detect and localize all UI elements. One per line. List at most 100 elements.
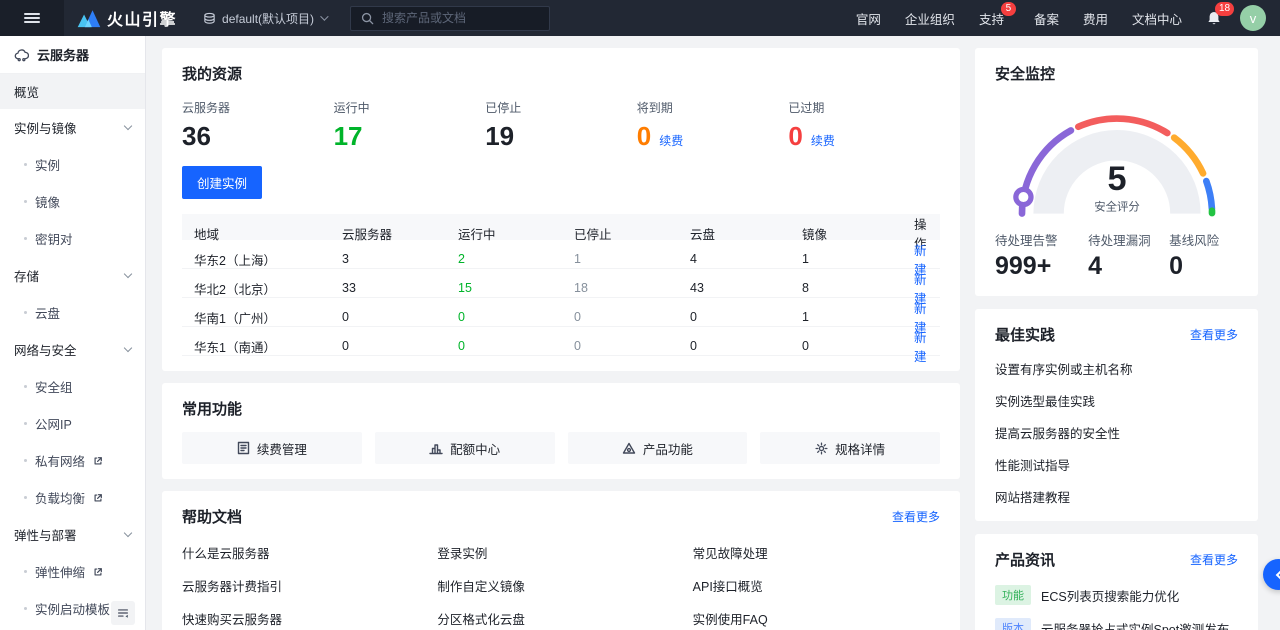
nav-link-billing[interactable]: 费用 [1083,9,1108,28]
help-link[interactable]: 制作自定义镜像 [437,576,684,595]
help-docs-title: 帮助文档 [182,506,242,527]
security-score-value: 5 [1107,160,1126,198]
best-practices-more-link[interactable]: 查看更多 [1190,326,1238,343]
chevron-down-icon [124,122,132,130]
renew-link[interactable]: 续费 [811,132,835,149]
search-input[interactable] [382,11,532,25]
help-link[interactable]: 常见故障处理 [693,543,940,562]
sidebar-item-vpc[interactable]: 私有网络 [0,442,145,479]
help-link[interactable]: 实例使用FAQ [693,609,940,628]
sidebar-item-instances[interactable]: 实例 [0,146,145,183]
project-label: default(默认项目) [222,10,314,27]
renewal-icon [237,441,250,455]
gear-icon [815,442,828,455]
help-docs-more-link[interactable]: 查看更多 [892,508,940,525]
notifications-button[interactable]: 18 [1206,10,1222,26]
quota-chart-icon [429,442,443,455]
nav-link-icp-filing[interactable]: 备案 [1034,9,1059,28]
practice-link[interactable]: 性能测试指导 [995,455,1238,474]
search-icon [361,12,374,25]
help-link[interactable]: 什么是云服务器 [182,543,429,562]
my-resources-title: 我的资源 [182,63,940,84]
stat-total-value: 36 [182,121,334,152]
news-tag-feature: 功能 [995,585,1031,605]
help-link[interactable]: 登录实例 [437,543,684,562]
sidebar-item-cloud-disk[interactable]: 云盘 [0,294,145,331]
sidebar-item-auto-scaling[interactable]: 弹性伸缩 [0,553,145,590]
help-link[interactable]: 云服务器计费指引 [182,576,429,595]
stat-stopped: 已停止 19 [485,99,637,152]
avatar[interactable]: v [1240,5,1266,31]
sidebar-product-header[interactable]: 云服务器 [0,36,145,74]
sidebar-item-security-group[interactable]: 安全组 [0,368,145,405]
nav-link-official-site[interactable]: 官网 [856,9,881,28]
support-badge: 5 [1001,2,1016,16]
practice-link[interactable]: 实例选型最佳实践 [995,391,1238,410]
security-title: 安全监控 [995,63,1238,84]
practice-link[interactable]: 网站搭建教程 [995,487,1238,506]
bullet-dot [24,385,27,388]
help-link[interactable]: 分区格式化云盘 [437,609,684,628]
bullet-dot [24,570,27,573]
product-news-more-link[interactable]: 查看更多 [1190,551,1238,568]
sidebar-item-keypairs[interactable]: 密钥对 [0,220,145,257]
main-content: 我的资源 云服务器 36 运行中 17 已停止 19 将到期 [146,36,1280,630]
bullet-dot [24,237,27,240]
practice-link[interactable]: 设置有序实例或主机名称 [995,359,1238,378]
sidebar-item-public-ip[interactable]: 公网IP [0,405,145,442]
stat-expiring: 将到期 0续费 [637,99,789,152]
help-docs-card: 帮助文档 查看更多 什么是云服务器 云服务器计费指引 快速购买云服务器 登录实例… [162,491,960,630]
top-navbar: 火山引擎 default(默认项目) 官网 企业组织 支持5 备案 费用 文档中… [0,0,1280,36]
stat-total: 云服务器 36 [182,99,334,152]
resource-stats: 云服务器 36 运行中 17 已停止 19 将到期 0续费 [182,99,940,152]
metric-pending-vulns: 待处理漏洞 4 [1088,230,1169,281]
stat-expiring-value: 0 [637,121,651,152]
brand-logo[interactable]: 火山引擎 [77,6,177,30]
renew-link[interactable]: 续费 [659,132,683,149]
chevron-down-icon [124,529,132,537]
nav-link-enterprise-org[interactable]: 企业组织 [905,9,955,28]
nav-link-support[interactable]: 支持5 [979,9,1010,28]
help-link[interactable]: API接口概览 [693,576,940,595]
hamburger-menu-button[interactable] [0,0,64,36]
tile-product-features[interactable]: 产品功能 [568,432,748,464]
global-search[interactable] [350,6,550,31]
sidebar-item-overview[interactable]: 概览 [0,74,145,109]
sidebar-item-load-balancer[interactable]: 负载均衡 [0,479,145,516]
sidebar-group-storage[interactable]: 存储 [0,257,145,294]
project-selector[interactable]: default(默认项目) [203,10,326,27]
gauge-segment-blue [1206,181,1212,209]
news-item[interactable]: 版本 云服务器抢占式实例Spot邀测发布 [995,618,1238,630]
practice-link[interactable]: 提高云服务器的安全性 [995,423,1238,442]
quick-functions-card: 常用功能 续费管理 配额中心 产品功能 [162,383,960,479]
create-in-region-link[interactable]: 新建 [914,327,928,365]
help-link[interactable]: 快速购买云服务器 [182,609,429,628]
bullet-dot [24,496,27,499]
news-text: ECS列表页搜索能力优化 [1041,586,1179,605]
tile-quota-center[interactable]: 配额中心 [375,432,555,464]
notifications-badge: 18 [1215,2,1234,16]
news-tag-version: 版本 [995,618,1031,630]
news-item[interactable]: 功能 ECS列表页搜索能力优化 [995,585,1238,605]
product-news-card: 产品资讯 查看更多 功能 ECS列表页搜索能力优化 版本 云服务器抢占式实例Sp… [975,534,1258,630]
sidebar-group-instances-images[interactable]: 实例与镜像 [0,109,145,146]
security-monitoring-card: 安全监控 5 安全评分 待处理告警 999+ [975,48,1258,296]
news-text: 云服务器抢占式实例Spot邀测发布 [1041,619,1229,630]
sidebar-group-network-security[interactable]: 网络与安全 [0,331,145,368]
project-icon [203,12,216,25]
tile-renewal-management[interactable]: 续费管理 [182,432,362,464]
volcano-logo-icon [77,8,101,28]
tile-spec-details[interactable]: 规格详情 [760,432,940,464]
create-instance-button[interactable]: 创建实例 [182,166,262,199]
hamburger-icon [24,11,40,25]
sidebar-item-images[interactable]: 镜像 [0,183,145,220]
navbar-right: 官网 企业组织 支持5 备案 费用 文档中心 18 v [832,5,1280,31]
bullet-dot [24,311,27,314]
bullet-dot [24,200,27,203]
stat-stopped-value: 19 [485,121,637,152]
prism-icon [622,442,636,455]
sidebar-group-elastic-deploy[interactable]: 弹性与部署 [0,516,145,553]
nav-link-doc-center[interactable]: 文档中心 [1132,9,1182,28]
sidebar-collapse-button[interactable] [111,601,135,625]
chevron-down-icon [124,270,132,278]
